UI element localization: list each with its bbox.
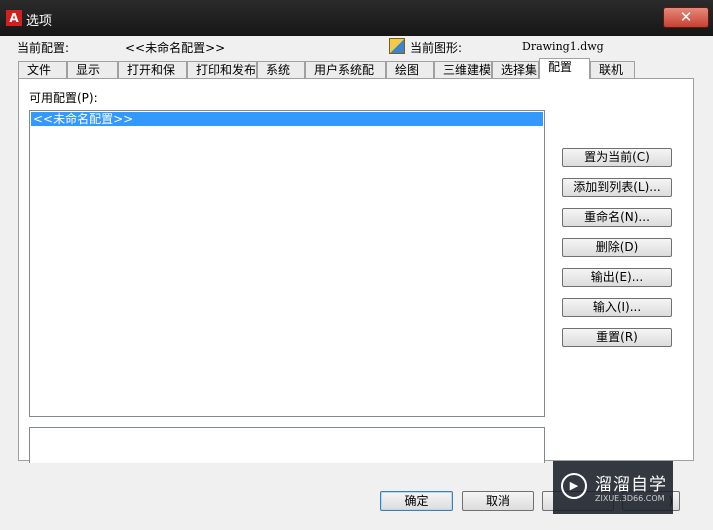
title-bar[interactable]: A 选项 ✕ (0, 0, 713, 36)
export-button[interactable]: 输出(E)... (562, 268, 672, 287)
watermark-text: 溜溜自学 (595, 475, 667, 495)
rename-button[interactable]: 重命名(N)... (562, 208, 672, 227)
drawing-file-icon (389, 38, 405, 54)
set-current-button[interactable]: 置为当前(C) (562, 148, 672, 167)
tab-selection[interactable]: 选择集 (492, 61, 539, 78)
current-drawing-value: Drawing1.dwg (522, 40, 604, 53)
add-to-list-button[interactable]: 添加到列表(L)... (562, 178, 672, 197)
list-item[interactable]: <<未命名配置>> (31, 112, 543, 126)
tab-files[interactable]: 文件 (18, 61, 67, 78)
window-title: 选项 (26, 14, 53, 29)
profile-description-box (29, 427, 545, 463)
tab-online[interactable]: 联机 (590, 61, 635, 78)
tab-plot-publish[interactable]: 打印和发布 (187, 61, 257, 78)
tab-drafting[interactable]: 绘图 (386, 61, 434, 78)
import-button[interactable]: 输入(I)... (562, 298, 672, 317)
tab-3d-modeling[interactable]: 三维建模 (434, 61, 492, 78)
tab-open-save[interactable]: 打开和保存 (118, 61, 187, 94)
current-profile-label: 当前配置: (17, 41, 70, 55)
options-dialog: A 选项 ✕ 当前配置: <<未命名配置>> 当前图形: Drawing1.dw… (0, 0, 713, 530)
available-profiles-label: 可用配置(P): (29, 91, 98, 105)
delete-button[interactable]: 删除(D) (562, 238, 672, 257)
autocad-logo-icon: A (6, 10, 22, 26)
tab-user-preferences[interactable]: 用户系统配置 (305, 61, 386, 94)
tab-display[interactable]: 显示 (67, 61, 118, 78)
current-drawing-label: 当前图形: (410, 41, 463, 55)
tab-system[interactable]: 系统 (257, 61, 305, 78)
play-icon: ▶ (561, 473, 587, 499)
watermark: ▶ 溜溜自学 ZIXUE.3D66.COM (553, 461, 673, 514)
close-button[interactable]: ✕ (663, 7, 709, 28)
profiles-panel: 可用配置(P): <<未命名配置>> 置为当前(C) 添加到列表(L)... 重… (18, 78, 694, 463)
cancel-button[interactable]: 取消 (462, 491, 534, 511)
watermark-url: ZIXUE.3D66.COM (595, 494, 665, 503)
dialog-content: 当前配置: <<未命名配置>> 当前图形: Drawing1.dwg 文件 显示… (7, 36, 706, 524)
tab-profiles[interactable]: 配置 (539, 58, 590, 79)
profiles-list[interactable]: <<未命名配置>> (29, 110, 545, 417)
ok-button[interactable]: 确定 (380, 491, 453, 511)
reset-button[interactable]: 重置(R) (562, 328, 672, 347)
current-profile-value: <<未命名配置>> (125, 41, 226, 55)
